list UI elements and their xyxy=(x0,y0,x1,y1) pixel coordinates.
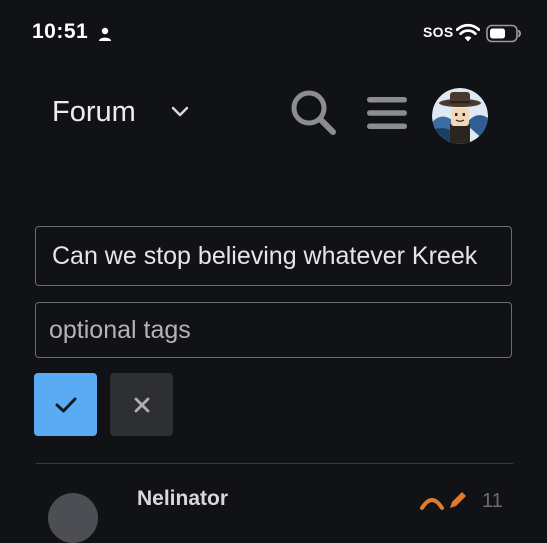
hamburger-menu-icon[interactable] xyxy=(366,96,408,130)
forum-header: Forum xyxy=(0,64,547,164)
chevron-down-icon[interactable] xyxy=(170,105,190,119)
search-icon[interactable] xyxy=(289,88,337,136)
status-bar: 10:51 SOS xyxy=(0,0,547,64)
confirm-button[interactable] xyxy=(34,373,97,436)
user-avatar[interactable] xyxy=(432,88,488,144)
post-username[interactable]: Nelinator xyxy=(137,487,228,511)
checkmark-icon xyxy=(55,397,76,412)
person-icon xyxy=(99,27,111,41)
topic-title-input[interactable] xyxy=(35,226,512,286)
close-icon xyxy=(134,397,149,412)
badge-icon xyxy=(420,498,444,510)
post-meta: 11 xyxy=(482,490,503,512)
divider xyxy=(36,463,513,464)
status-sos: SOS xyxy=(423,24,454,40)
forum-title[interactable]: Forum xyxy=(52,96,136,129)
optional-tags-input[interactable] xyxy=(35,302,512,358)
pencil-icon[interactable] xyxy=(446,490,468,512)
cancel-button[interactable] xyxy=(110,373,173,436)
status-time: 10:51 xyxy=(32,20,89,43)
post-author-avatar[interactable] xyxy=(48,493,98,543)
battery-icon xyxy=(486,24,521,43)
wifi-icon xyxy=(456,23,480,42)
